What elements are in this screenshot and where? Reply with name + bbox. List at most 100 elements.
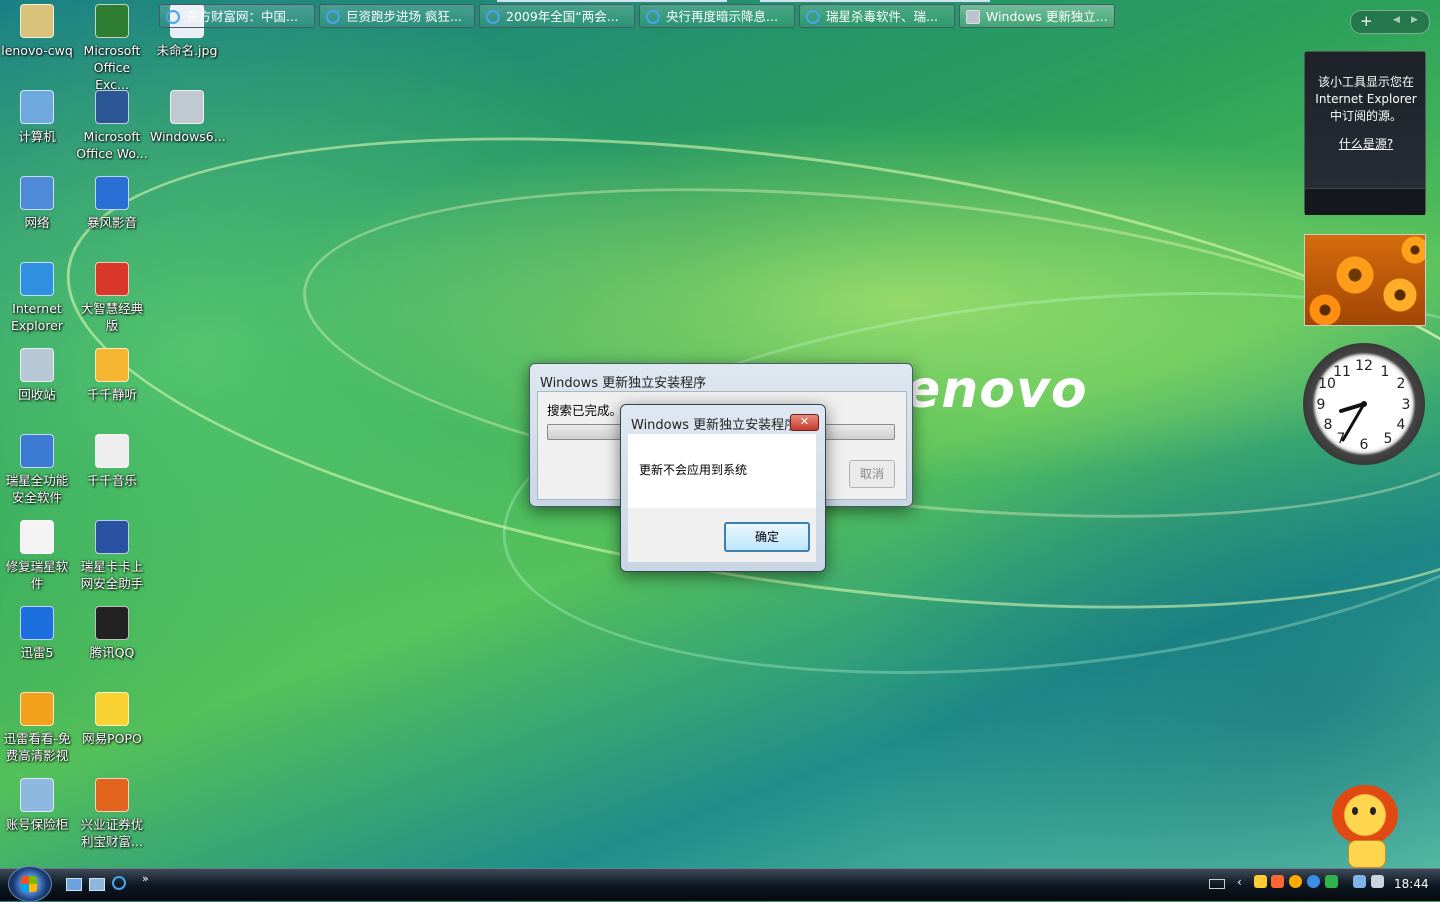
lion-mascot[interactable] — [1328, 785, 1406, 868]
taskbar-button[interactable]: 瑞星杀毒软件、瑞... — [799, 4, 955, 28]
clock-gadget: 12 1 2 345 678 9 10 11 — [1303, 343, 1425, 465]
computer-icon — [20, 90, 54, 124]
desktop-icon[interactable]: 腾讯QQ — [75, 604, 149, 661]
desktop-icon[interactable]: 回收站 — [0, 346, 74, 403]
close-icon: ✕ — [799, 415, 810, 428]
desktop-icon-label: 回收站 — [18, 387, 56, 402]
ok-button[interactable]: 确定 — [724, 522, 810, 552]
qq-tray-icon[interactable] — [1254, 875, 1267, 888]
close-button[interactable]: ✕ — [790, 414, 819, 431]
desktop-icon[interactable]: 兴业证券优利宝财富... — [75, 776, 149, 850]
wallpaper-brand-text: enovo — [905, 360, 1088, 420]
desktop-icon[interactable]: 瑞星卡卡上网安全助手 — [75, 518, 149, 592]
top-window-edge — [760, 0, 990, 2]
safe-icon — [20, 778, 54, 812]
media-player-icon — [95, 176, 129, 210]
start-button[interactable] — [8, 866, 52, 902]
desktop-icon[interactable]: 账号保险柜 — [0, 776, 74, 833]
desktop-icon-label: 千千静听 — [86, 387, 137, 402]
switch-windows-icon[interactable] — [89, 878, 105, 891]
desktop-icon[interactable]: 计算机 — [0, 88, 74, 145]
desktop-icon-label: 千千音乐 — [86, 473, 137, 488]
taskbar-button-label: 巨资跑步进场 疯狂... — [346, 9, 462, 24]
show-desktop-icon[interactable] — [66, 878, 82, 891]
qq-tray-icon[interactable] — [1271, 875, 1284, 888]
add-gadget-icon[interactable]: + — [1360, 12, 1373, 30]
desktop-icon-label: 瑞星卡卡上网安全助手 — [80, 559, 144, 591]
taskbar-button-label: Windows 更新独立... — [986, 9, 1108, 24]
ie-icon — [646, 10, 660, 24]
desktop-icon[interactable]: 千千静听 — [75, 346, 149, 403]
svg-text:6: 6 — [1360, 437, 1369, 453]
taskbar-button[interactable]: 央行再度暗示降息... — [639, 4, 795, 28]
svg-text:3: 3 — [1402, 397, 1411, 413]
taskbar-button[interactable]: 巨资跑步进场 疯狂... — [319, 4, 475, 28]
word-icon — [95, 90, 129, 124]
desktop-icon[interactable]: 大智慧经典版 — [75, 260, 149, 334]
taskbar-button-label: 东方财富网：中国... — [186, 9, 298, 24]
what-is-feed-link[interactable]: 什么是源? — [1305, 135, 1427, 152]
taskbar-button[interactable]: 东方财富网：中国... — [159, 4, 315, 28]
desktop-icon-label: 暴风影音 — [86, 215, 137, 230]
desktop-icon[interactable]: 千千音乐 — [75, 432, 149, 489]
svg-text:1: 1 — [1381, 364, 1390, 380]
desktop-icon-label: 计算机 — [18, 129, 56, 144]
desktop-icon[interactable]: 网络 — [0, 174, 74, 231]
volume-tray-icon[interactable] — [1371, 875, 1384, 888]
tray-expand-icon[interactable]: ‹ — [1237, 875, 1242, 889]
desktop-icon-label: 迅雷5 — [20, 645, 54, 660]
desktop-icon[interactable]: 瑞星全功能安全软件 — [0, 432, 74, 506]
desktop-icon[interactable]: lenovo-cwq — [0, 2, 74, 59]
slideshow-gadget — [1304, 234, 1426, 326]
dialog-title: Windows 更新独立安装程序 — [631, 418, 798, 433]
taskbar-button-label: 瑞星杀毒软件、瑞... — [826, 9, 938, 24]
desktop-icon[interactable]: Microsoft Office Exc... — [75, 2, 149, 93]
sidebar-controls: + ◀ ▶ — [1350, 10, 1430, 34]
desktop-icon-label: Microsoft Office Wo... — [76, 129, 148, 161]
ie-quicklaunch-icon[interactable] — [112, 876, 126, 890]
desktop-icon[interactable]: 网易POPO — [75, 690, 149, 747]
dialog-title: Windows 更新独立安装程序 — [540, 376, 707, 391]
clock-face: 12 12 345 678 91011 — [1317, 358, 1411, 453]
desktop-icon[interactable]: Windows6... — [150, 88, 226, 145]
ie-icon — [20, 262, 54, 296]
quicklaunch-more-icon[interactable]: » — [142, 872, 149, 885]
taskbar-button[interactable]: Windows 更新独立... — [959, 4, 1115, 28]
music-player-icon — [95, 348, 129, 382]
security-tray-icon[interactable] — [1307, 875, 1320, 888]
folder-icon — [20, 4, 54, 38]
desktop-icon[interactable]: 迅雷5 — [0, 604, 74, 661]
desktop-icon-label: 瑞星全功能安全软件 — [5, 473, 69, 505]
desktop-icon-label: 修复瑞星软件 — [5, 559, 69, 591]
network-tray-icon[interactable] — [1353, 875, 1366, 888]
taskbar-button-label: 2009年全国“两会... — [506, 9, 619, 24]
keyboard-icon[interactable] — [1209, 879, 1225, 889]
search-status-text: 搜索已完成。 — [547, 403, 623, 418]
ie-icon — [326, 10, 340, 24]
desktop-icon-label: 网易POPO — [82, 731, 142, 746]
desktop-icon-label: 迅雷看看-免费高清影视 — [3, 731, 71, 763]
chevron-right-icon[interactable]: ▶ — [1411, 15, 1418, 25]
video-app-icon — [20, 692, 54, 726]
recycle-bin-icon — [20, 348, 54, 382]
desktop-icon[interactable]: Microsoft Office Wo... — [75, 88, 149, 162]
desktop-icon[interactable]: 迅雷看看-免费高清影视 — [0, 690, 74, 764]
taskbar-clock[interactable]: 18:44 — [1394, 877, 1429, 891]
feed-headlines-gadget: 该小工具显示您在 Internet Explorer 中订阅的源。 什么是源? — [1304, 51, 1426, 215]
desktop-icon[interactable]: Internet Explorer — [0, 260, 74, 334]
installer-icon — [966, 10, 980, 24]
svg-text:12: 12 — [1355, 358, 1373, 374]
antivirus-tray-icon[interactable] — [1325, 875, 1338, 888]
taskbar-button[interactable]: 2009年全国“两会... — [479, 4, 635, 28]
cancel-button[interactable]: 取消 — [849, 460, 895, 488]
securities-app-icon — [95, 778, 129, 812]
svg-text:11: 11 — [1333, 364, 1351, 380]
stock-app-icon — [95, 262, 129, 296]
chevron-left-icon[interactable]: ◀ — [1393, 15, 1400, 25]
desktop-icon[interactable]: 暴风影音 — [75, 174, 149, 231]
taskbar-button-label: 央行再度暗示降息... — [666, 9, 778, 24]
music-tray-icon[interactable] — [1289, 875, 1302, 888]
desktop-icon[interactable]: 修复瑞星软件 — [0, 518, 74, 592]
security-assistant-icon — [95, 520, 129, 554]
network-icon — [20, 176, 54, 210]
